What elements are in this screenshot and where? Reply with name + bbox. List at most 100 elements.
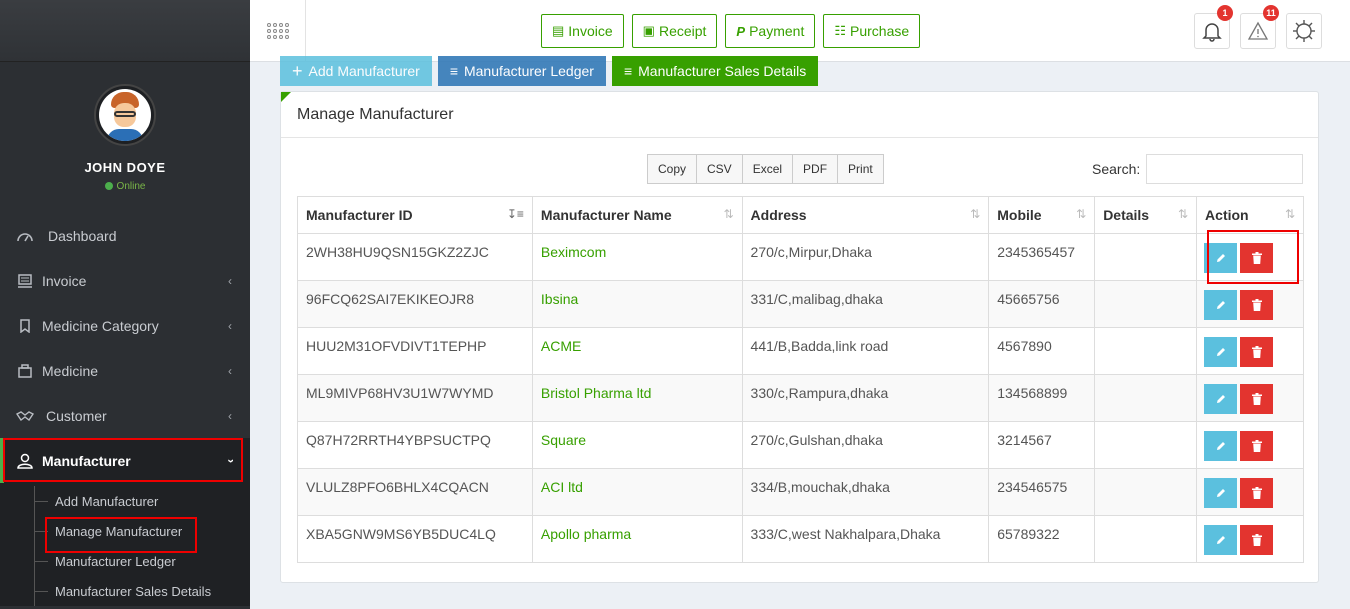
add-manufacturer-button[interactable]: + Add Manufacturer bbox=[280, 56, 432, 86]
cell-details bbox=[1094, 233, 1198, 281]
cell-mobile: 4567890 bbox=[988, 327, 1096, 375]
column-header-address[interactable]: Address ⇅ bbox=[741, 196, 990, 234]
quick-actions: ▤ Invoice ▣ Receipt P Payment ☷ Purchase bbox=[541, 14, 921, 48]
cart-icon: ☷ bbox=[834, 23, 846, 38]
sidebar-item-medicine-category[interactable]: Medicine Category ‹ bbox=[0, 303, 250, 348]
notifications-button[interactable]: 1 bbox=[1194, 5, 1233, 49]
cell-manufacturer-name[interactable]: Ibsina bbox=[531, 280, 743, 328]
cell-mobile: 65789322 bbox=[988, 515, 1096, 563]
print-button[interactable]: Print bbox=[837, 154, 884, 184]
cell-manufacturer-name[interactable]: Square bbox=[531, 421, 743, 469]
sidebar-item-customer[interactable]: Customer ‹ bbox=[0, 393, 250, 438]
edit-button[interactable] bbox=[1204, 337, 1238, 367]
panel-title: Manage Manufacturer bbox=[281, 92, 1318, 138]
column-header-details[interactable]: Details ⇅ bbox=[1094, 196, 1198, 234]
delete-button[interactable] bbox=[1240, 337, 1274, 367]
cell-mobile: 2345365457 bbox=[988, 233, 1096, 281]
trash-icon bbox=[1251, 299, 1262, 311]
trash-icon bbox=[1251, 487, 1262, 499]
cell-action bbox=[1196, 515, 1304, 563]
sidebar-item-dashboard[interactable]: Dashboard bbox=[0, 213, 250, 258]
panel-corner-marker bbox=[281, 92, 291, 102]
delete-button[interactable] bbox=[1240, 290, 1274, 320]
cell-action bbox=[1196, 421, 1304, 469]
gear-icon bbox=[1293, 20, 1315, 42]
edit-button[interactable] bbox=[1204, 478, 1238, 508]
apps-grid-button[interactable] bbox=[250, 0, 306, 62]
add-manufacturer-label: Add Manufacturer bbox=[308, 63, 420, 79]
warning-icon bbox=[1247, 21, 1269, 40]
excel-button[interactable]: Excel bbox=[741, 154, 794, 184]
column-header-manufacturer-name[interactable]: Manufacturer Name ⇅ bbox=[531, 196, 743, 234]
page-actions: + Add Manufacturer ≡ Manufacturer Ledger ≡… bbox=[280, 56, 819, 86]
cell-mobile: 45665756 bbox=[988, 280, 1096, 328]
settings-button[interactable] bbox=[1286, 13, 1322, 49]
chevron-left-icon: ‹ bbox=[228, 408, 232, 423]
sidebar: JOHN DOYE Online Dashboard Invoice ‹ Med… bbox=[0, 0, 250, 609]
column-header-manufacturer-id[interactable]: Manufacturer ID ↧≡ bbox=[297, 196, 533, 234]
manufacturer-sales-details-button[interactable]: ≡ Manufacturer Sales Details bbox=[611, 56, 819, 86]
table-header-row: Manufacturer ID ↧≡ Manufacturer Name ⇅ Add… bbox=[297, 196, 1304, 234]
invoice-button[interactable]: ▤ Invoice bbox=[541, 14, 624, 48]
submenu-manufacturer-sales-details[interactable]: Manufacturer Sales Details bbox=[0, 576, 250, 606]
purchase-button[interactable]: ☷ Purchase bbox=[823, 14, 921, 48]
cell-address: 331/C,malibag,dhaka bbox=[741, 280, 990, 328]
cell-details bbox=[1094, 421, 1198, 469]
handshake-icon bbox=[16, 408, 34, 424]
cell-address: 441/B,Badda,link road bbox=[741, 327, 990, 375]
sort-icon: ⇅ bbox=[1177, 207, 1189, 221]
sidebar-item-invoice[interactable]: Invoice ‹ bbox=[0, 258, 250, 303]
money-icon: ▣ bbox=[642, 23, 655, 38]
header-icons: 1 11 bbox=[1194, 5, 1322, 49]
cell-manufacturer-name[interactable]: Apollo pharma bbox=[531, 515, 743, 563]
highlight-row-actions bbox=[1207, 230, 1299, 284]
cell-manufacturer-id: ML9MIVP68HV3U1W7WYMD bbox=[297, 374, 533, 422]
delete-button[interactable] bbox=[1240, 431, 1274, 461]
sidebar-item-medicine[interactable]: Medicine ‹ bbox=[0, 348, 250, 393]
payment-button[interactable]: P Payment bbox=[725, 14, 816, 48]
manage-manufacturer-panel: Manage Manufacturer Copy CSV Excel PDF P… bbox=[280, 91, 1319, 583]
sort-icon: ⇅ bbox=[723, 207, 734, 221]
edit-button[interactable] bbox=[1204, 525, 1238, 555]
cell-action bbox=[1196, 468, 1304, 516]
user-status: Online bbox=[0, 181, 250, 192]
delete-button[interactable] bbox=[1240, 384, 1274, 414]
edit-button[interactable] bbox=[1204, 290, 1238, 320]
copy-button[interactable]: Copy bbox=[647, 154, 698, 184]
cell-details bbox=[1094, 468, 1198, 516]
chevron-left-icon: ‹ bbox=[228, 363, 232, 378]
cell-manufacturer-name[interactable]: ACI ltd bbox=[531, 468, 743, 516]
submenu-add-manufacturer[interactable]: Add Manufacturer bbox=[0, 486, 250, 516]
manufacturer-ledger-button[interactable]: ≡ Manufacturer Ledger bbox=[437, 56, 606, 86]
alerts-button[interactable]: 11 bbox=[1240, 5, 1279, 49]
cell-action bbox=[1196, 374, 1304, 422]
list-icon: ≡ bbox=[449, 63, 458, 79]
delete-button[interactable] bbox=[1240, 478, 1274, 508]
csv-button[interactable]: CSV bbox=[696, 154, 743, 184]
column-header-mobile[interactable]: Mobile ⇅ bbox=[988, 196, 1096, 234]
cell-mobile: 3214567 bbox=[988, 421, 1096, 469]
edit-button[interactable] bbox=[1204, 384, 1238, 414]
sidebar-item-label: Customer bbox=[46, 407, 107, 424]
edit-button[interactable] bbox=[1204, 431, 1238, 461]
cell-manufacturer-name[interactable]: Bristol Pharma ltd bbox=[531, 374, 743, 422]
cell-manufacturer-name[interactable]: Beximcom bbox=[531, 233, 743, 281]
search-input[interactable] bbox=[1146, 154, 1303, 184]
chevron-left-icon: ‹ bbox=[228, 318, 232, 333]
sort-asc-icon: ↧≡ bbox=[506, 207, 524, 221]
user-panel: JOHN DOYE Online bbox=[0, 62, 250, 202]
delete-button[interactable] bbox=[1240, 525, 1274, 555]
column-header-action[interactable]: Action ⇅ bbox=[1196, 196, 1304, 234]
cell-address: 270/c,Gulshan,dhaka bbox=[741, 421, 990, 469]
cell-details bbox=[1094, 374, 1198, 422]
sidebar-item-label: Invoice bbox=[42, 272, 87, 289]
search-label: Search: bbox=[1092, 161, 1141, 177]
row-actions bbox=[1204, 384, 1303, 414]
receipt-button[interactable]: ▣ Receipt bbox=[631, 14, 718, 48]
column-header-label: Address bbox=[750, 207, 807, 223]
sidebar-logo-area bbox=[0, 0, 250, 62]
user-status-text: Online bbox=[116, 181, 146, 192]
cell-action bbox=[1196, 280, 1304, 328]
cell-manufacturer-name[interactable]: ACME bbox=[531, 327, 743, 375]
pdf-button[interactable]: PDF bbox=[792, 154, 839, 184]
